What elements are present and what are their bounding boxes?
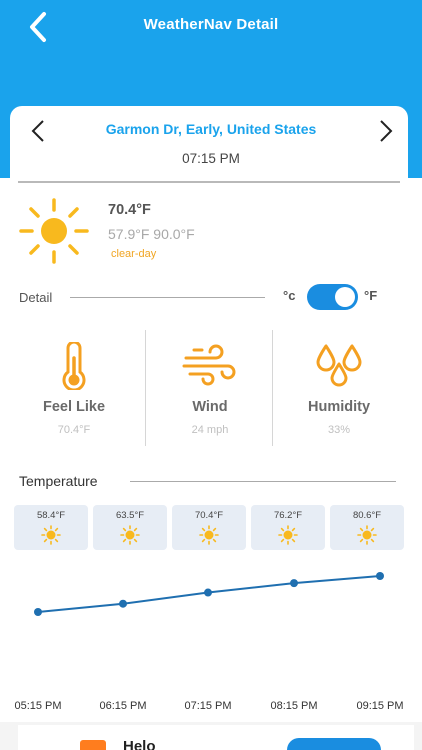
ad-install-button[interactable]	[287, 738, 381, 750]
chevron-right-icon	[380, 120, 393, 142]
prev-location-button[interactable]	[27, 118, 51, 144]
forecast-item[interactable]: 63.5°F	[93, 505, 167, 550]
forecast-temp: 76.2°F	[273, 510, 303, 521]
x-tick-label: 09:15 PM	[356, 700, 404, 712]
next-location-button[interactable]	[373, 118, 397, 144]
divider	[272, 330, 273, 446]
metric-wind: Wind 24 mph	[146, 330, 274, 446]
water-drops-icon	[316, 344, 362, 387]
x-tick-label: 06:15 PM	[99, 700, 147, 712]
temperature-line-chart	[34, 572, 384, 616]
metric-feel-like: Feel Like 70.4°F	[10, 330, 138, 446]
data-point	[290, 579, 298, 588]
forecast-temp: 70.4°F	[194, 510, 224, 521]
sun-icon	[357, 525, 377, 545]
divider	[130, 481, 396, 482]
toggle-knob	[335, 287, 355, 307]
x-tick-label: 08:15 PM	[270, 700, 318, 712]
sun-icon	[41, 525, 61, 545]
chevron-left-icon	[31, 120, 44, 142]
high-temperature: 90.0°F	[153, 226, 195, 242]
data-point	[34, 608, 42, 616]
metric-humidity: Humidity 33%	[275, 330, 403, 446]
wind-icon	[182, 344, 236, 386]
sun-icon	[199, 525, 219, 545]
forecast-temp: 63.5°F	[115, 510, 145, 521]
ad-app-icon	[80, 740, 106, 750]
metric-value: 33%	[327, 424, 351, 436]
divider	[70, 297, 265, 298]
chart-x-axis-labels: 05:15 PM 06:15 PM 07:15 PM 08:15 PM 09:15 PM	[0, 700, 422, 714]
data-point	[204, 588, 212, 597]
location-time: 07:15 PM	[182, 151, 240, 166]
forecast-item[interactable]: 58.4°F	[14, 505, 88, 550]
data-point	[119, 599, 127, 608]
location-name: Garmon Dr, Early, United States	[105, 121, 317, 137]
data-point	[376, 572, 384, 580]
page-title: WeatherNav Detail	[143, 16, 279, 33]
low-temperature: 57.9°F	[108, 226, 150, 242]
temperature-range: 57.9°F 90.0°F	[108, 226, 195, 242]
divider	[18, 181, 400, 183]
condition-text: clear-day	[111, 248, 157, 260]
x-tick-label: 07:15 PM	[184, 700, 232, 712]
fahrenheit-label: °F	[364, 288, 378, 303]
sun-icon	[19, 198, 89, 264]
thermometer-icon	[62, 342, 86, 390]
forecast-temp: 58.4°F	[36, 510, 66, 521]
forecast-item[interactable]: 80.6°F	[330, 505, 404, 550]
current-temperature: 70.4°F	[108, 202, 151, 218]
metric-title: Wind	[192, 399, 228, 415]
metric-title: Humidity	[307, 399, 371, 415]
temperature-section-label: Temperature	[19, 473, 98, 489]
sun-icon	[278, 525, 298, 545]
detail-label: Detail	[19, 290, 53, 305]
metric-value: 24 mph	[191, 424, 229, 436]
forecast-item[interactable]: 70.4°F	[172, 505, 246, 550]
forecast-item[interactable]: 76.2°F	[251, 505, 325, 550]
ad-text: Helo	[123, 738, 156, 750]
forecast-temp: 80.6°F	[352, 510, 382, 521]
celsius-label: °c	[283, 288, 296, 303]
metric-title: Feel Like	[42, 399, 106, 415]
unit-toggle[interactable]	[307, 284, 358, 310]
metric-value: 70.4°F	[57, 424, 91, 436]
sun-icon	[120, 525, 140, 545]
x-tick-label: 05:15 PM	[14, 700, 62, 712]
